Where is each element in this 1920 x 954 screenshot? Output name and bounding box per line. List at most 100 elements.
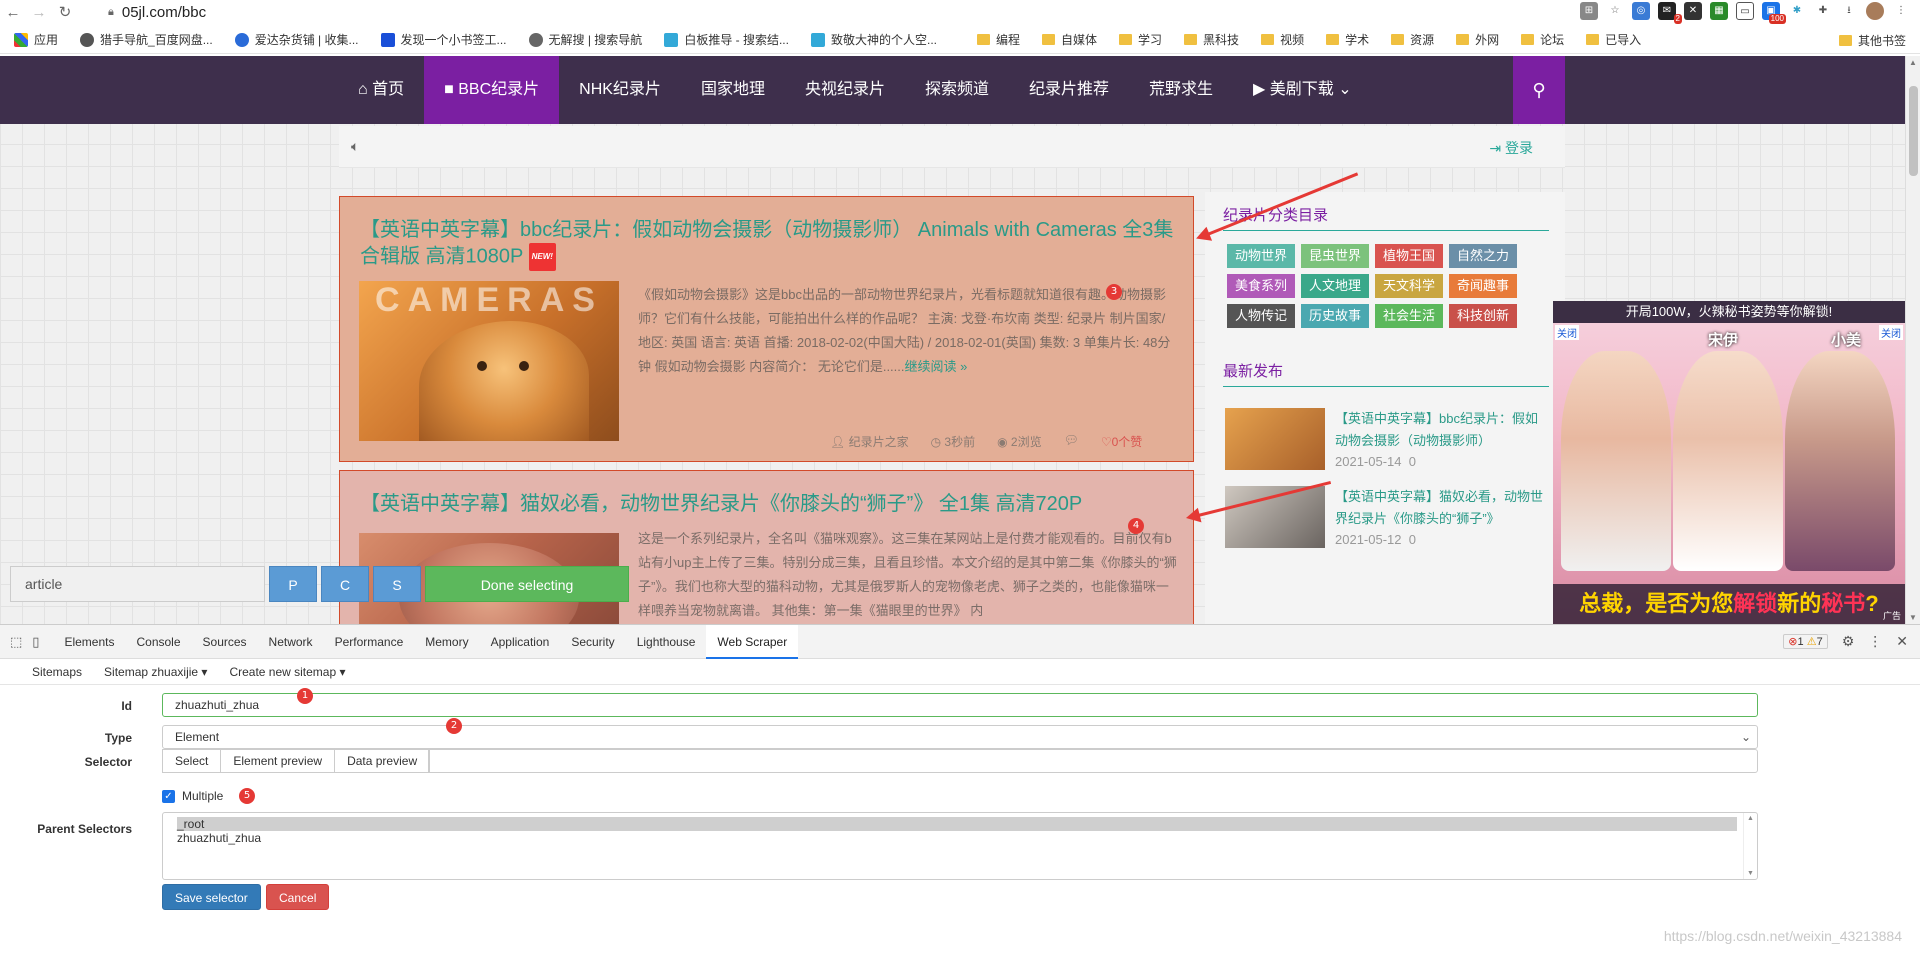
- cancel-button[interactable]: Cancel: [266, 884, 330, 910]
- nav-discovery[interactable]: 探索频道: [905, 56, 1009, 124]
- bookmark-folder[interactable]: 编程: [977, 31, 1020, 48]
- nav-recommend[interactable]: 纪录片推荐: [1009, 56, 1129, 124]
- grid-ext-icon[interactable]: ▦: [1710, 2, 1728, 20]
- nav-survival[interactable]: 荒野求生: [1129, 56, 1233, 124]
- bookmark-folder[interactable]: 资源: [1391, 31, 1434, 48]
- tag[interactable]: 自然之力: [1449, 244, 1517, 268]
- recent-title[interactable]: 【英语中英字幕】猫奴必看，动物世界纪录片《你膝头的“狮子”》: [1335, 486, 1550, 530]
- more-icon[interactable]: ⋮: [1868, 633, 1882, 650]
- bookmark-folder[interactable]: 论坛: [1521, 31, 1564, 48]
- ad-close-button[interactable]: 关闭: [1555, 325, 1579, 340]
- tag[interactable]: 历史故事: [1301, 304, 1369, 328]
- bookmark-folder[interactable]: 学术: [1326, 31, 1369, 48]
- issues-badge[interactable]: ⊗1 ⚠7: [1783, 634, 1828, 649]
- scroll-thumb[interactable]: [1909, 86, 1918, 176]
- select-sibling-button[interactable]: S: [373, 566, 421, 602]
- tab-security[interactable]: Security: [560, 625, 625, 659]
- tab-elements[interactable]: Elements: [53, 625, 125, 659]
- read-more-link[interactable]: 继续阅读 »: [905, 359, 968, 374]
- tab-application[interactable]: Application: [480, 625, 561, 659]
- recent-title[interactable]: 【英语中英字幕】bbc纪录片：假如动物会摄影（动物摄影师）: [1335, 408, 1550, 452]
- list-scrollbar[interactable]: ▲ ▼: [1743, 813, 1757, 879]
- nav-natgeo[interactable]: 国家地理: [681, 56, 785, 124]
- speaker-icon[interactable]: 🔈︎: [351, 138, 359, 155]
- parent-option-root[interactable]: _root: [177, 817, 1737, 831]
- mail-ext-icon[interactable]: ✉ 2: [1658, 2, 1682, 24]
- nav-tv-download[interactable]: ▶ 美剧下载 ⌄: [1233, 56, 1372, 124]
- bookmark[interactable]: 猎手导航_百度网盘...: [80, 31, 213, 48]
- translate-icon[interactable]: ⊞: [1580, 2, 1598, 20]
- tab-memory[interactable]: Memory: [414, 625, 479, 659]
- bookmark[interactable]: 发现一个小书签工...: [380, 31, 507, 48]
- tag[interactable]: 动物世界: [1227, 244, 1295, 268]
- tab-sources[interactable]: Sources: [192, 625, 258, 659]
- scroll-up-icon[interactable]: ▲: [1909, 58, 1917, 67]
- done-selecting-button[interactable]: Done selecting: [425, 566, 629, 602]
- parent-selectors-list[interactable]: _root zhuazhuti_zhua ▲ ▼: [162, 812, 1758, 880]
- recent-item[interactable]: 【英语中英字幕】bbc纪录片：假如动物会摄影（动物摄影师） 2021-05-14…: [1225, 408, 1555, 488]
- select-button[interactable]: Select: [162, 749, 222, 773]
- id-input[interactable]: zhuazhuti_zhua: [162, 693, 1758, 717]
- article-card[interactable]: 【英语中英字幕】bbc纪录片：假如动物会摄影（动物摄影师） Animals wi…: [339, 196, 1194, 462]
- menu-sitemap-current[interactable]: Sitemap zhuaxijie ▾: [104, 665, 207, 679]
- recent-item[interactable]: 【英语中英字幕】猫奴必看，动物世界纪录片《你膝头的“狮子”》 2021-05-1…: [1225, 486, 1555, 566]
- bookmark[interactable]: 致敬大神的个人空...: [810, 31, 937, 48]
- search-button[interactable]: ⚲: [1513, 56, 1565, 124]
- page-scrollbar[interactable]: ▲ ▼: [1905, 56, 1920, 624]
- element-preview-button[interactable]: Element preview: [221, 749, 336, 773]
- menu-create-sitemap[interactable]: Create new sitemap ▾: [229, 665, 345, 679]
- tag[interactable]: 美食系列: [1227, 274, 1295, 298]
- nav-cctv[interactable]: 央视纪录片: [785, 56, 905, 124]
- tag[interactable]: 植物王国: [1375, 244, 1443, 268]
- window-ext-icon[interactable]: ▭: [1736, 2, 1754, 20]
- tag[interactable]: 天文科学: [1375, 274, 1443, 298]
- url-field[interactable]: 🔒︎ 05jl.com/bbc: [108, 4, 206, 21]
- type-select[interactable]: Element ⌄: [162, 725, 1758, 749]
- download-icon[interactable]: ⭳: [1840, 2, 1858, 20]
- selector-input[interactable]: [428, 749, 1758, 773]
- tab-lighthouse[interactable]: Lighthouse: [626, 625, 707, 659]
- bookmark-folder[interactable]: 外网: [1456, 31, 1499, 48]
- x-ext-icon[interactable]: ✕: [1684, 2, 1702, 20]
- bookmark-folder[interactable]: 自媒体: [1042, 31, 1097, 48]
- gear-icon[interactable]: ⚙: [1842, 633, 1855, 650]
- data-preview-button[interactable]: Data preview: [335, 749, 431, 773]
- nav-nhk[interactable]: NHK纪录片: [559, 56, 681, 124]
- ext-icon[interactable]: ◎: [1632, 2, 1650, 20]
- tab-performance[interactable]: Performance: [324, 625, 415, 659]
- meta-likes[interactable]: ♡0个赞: [1101, 433, 1142, 450]
- device-toggle-icon[interactable]: ▯: [32, 634, 39, 650]
- inspect-icon[interactable]: ⬚: [10, 634, 22, 650]
- react-ext-icon[interactable]: ✱: [1788, 2, 1806, 20]
- reload-icon[interactable]: ↻: [52, 3, 78, 21]
- star-icon[interactable]: ☆: [1606, 2, 1624, 20]
- article-title[interactable]: 【英语中英字幕】bbc纪录片：假如动物会摄影（动物摄影师） Animals wi…: [360, 217, 1180, 271]
- login-link[interactable]: ⇥ 登录: [1489, 138, 1533, 158]
- tag[interactable]: 人物传记: [1227, 304, 1295, 328]
- tag[interactable]: 奇闻趣事: [1449, 274, 1517, 298]
- ad-close-button[interactable]: 关闭: [1879, 325, 1903, 340]
- avatar[interactable]: [1866, 2, 1884, 20]
- menu-sitemaps[interactable]: Sitemaps: [32, 665, 82, 679]
- forward-icon[interactable]: →: [26, 4, 52, 21]
- tag[interactable]: 社会生活: [1375, 304, 1443, 328]
- recent-thumbnail[interactable]: [1225, 408, 1325, 470]
- close-icon[interactable]: ✕: [1896, 633, 1908, 650]
- tag[interactable]: 人文地理: [1301, 274, 1369, 298]
- bookmark[interactable]: 爱达杂货铺 | 收集...: [234, 31, 359, 48]
- nav-bbc[interactable]: ■ BBC纪录片: [424, 56, 560, 124]
- selector-text-input[interactable]: article: [10, 566, 265, 602]
- nav-home[interactable]: ⌂ 首页: [338, 56, 424, 124]
- bookmark-apps[interactable]: 应用: [14, 31, 58, 48]
- bookmark[interactable]: 白板推导 - 搜索结...: [664, 31, 789, 48]
- bookmark-folder[interactable]: 学习: [1119, 31, 1162, 48]
- tab-network[interactable]: Network: [258, 625, 324, 659]
- select-child-button[interactable]: C: [321, 566, 369, 602]
- article-title[interactable]: 【英语中英字幕】猫奴必看，动物世界纪录片《你膝头的“狮子”》 全1集 高清720…: [360, 491, 1180, 517]
- tag[interactable]: 科技创新: [1449, 304, 1517, 328]
- popup-ad[interactable]: 开局100W，火辣秘书姿势等你解锁! 关闭 关闭 宋伊 小美 总裁，是否为您解锁…: [1553, 301, 1905, 624]
- scroll-up-icon[interactable]: ▲: [1747, 815, 1754, 822]
- tab-console[interactable]: Console: [125, 625, 191, 659]
- scroll-down-icon[interactable]: ▼: [1909, 613, 1917, 622]
- meta-author[interactable]: 👤︎ 纪录片之家: [830, 433, 909, 450]
